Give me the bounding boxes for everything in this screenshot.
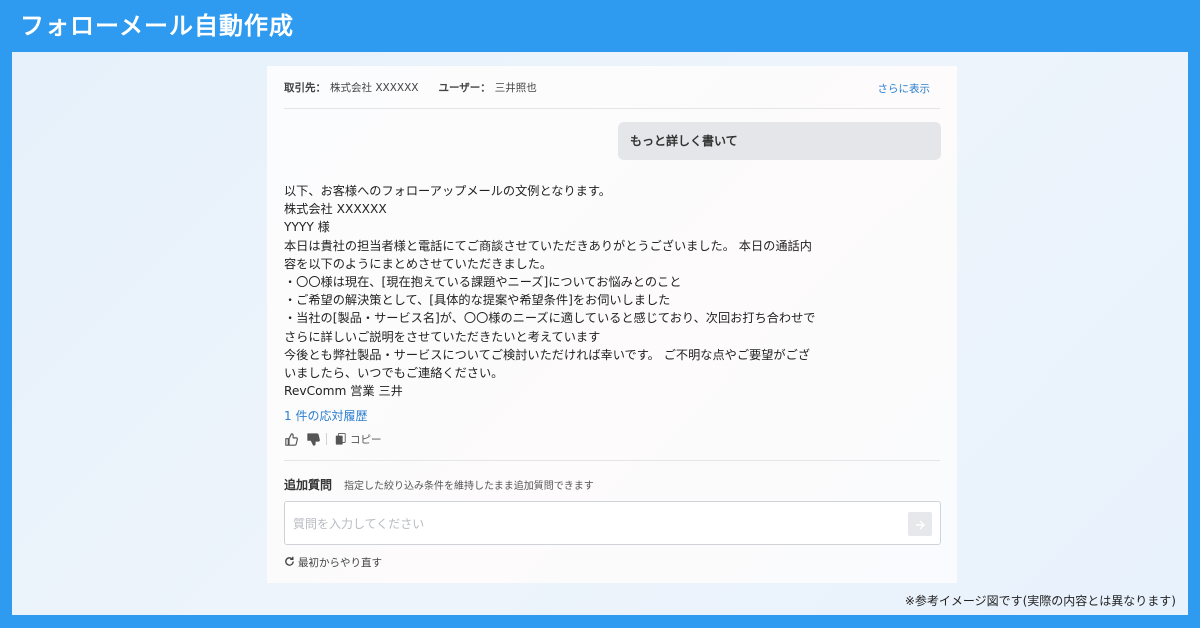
meta-divider bbox=[284, 108, 940, 109]
reply-line: ・当社の[製品・サービス名]が、〇〇様のニーズに適していると感じており、次回お打… bbox=[284, 311, 816, 326]
reply-line: YYYY 様 bbox=[284, 220, 330, 235]
reply-line: 株式会社 XXXXXX bbox=[284, 202, 387, 217]
reply-line: 今後とも弊社製品・サービスについてご検討いただければ幸いです。 ご不明な点やご要… bbox=[284, 347, 810, 362]
send-button[interactable] bbox=[908, 512, 932, 536]
assistant-reply: 以下、お客様へのフォローアップメールの文例となります。 株式会社 XXXXXX … bbox=[284, 182, 844, 400]
send-icon bbox=[915, 515, 925, 534]
reply-line: ・ご希望の解決策として、[具体的な提案や希望条件]をお伺いしました bbox=[284, 293, 671, 308]
question-input-box bbox=[284, 501, 941, 545]
reply-line: いましたら、いつでもご連絡ください。 bbox=[284, 366, 504, 381]
reply-line: RevComm 営業 三井 bbox=[284, 384, 403, 399]
refresh-icon bbox=[284, 556, 295, 570]
history-link[interactable]: 1 件の応対履歴 bbox=[284, 407, 367, 424]
user-value: 三井照也 bbox=[494, 82, 537, 94]
page-title: フォローメール自動作成 bbox=[0, 0, 320, 52]
question-input[interactable] bbox=[293, 514, 893, 534]
copy-label: コピー bbox=[350, 433, 382, 446]
reply-line: ・〇〇様は現在、[現在抱えている課題やニーズ]についてお悩みとのこと bbox=[284, 275, 682, 290]
message-actions: コピー bbox=[284, 432, 382, 446]
reply-line: さらに詳しいご説明をさせていただきたいと考えています bbox=[284, 329, 601, 344]
copy-icon bbox=[333, 432, 347, 446]
user-message-bubble: もっと詳しく書いて bbox=[618, 122, 941, 160]
followup-divider bbox=[284, 460, 940, 461]
chat-card: 取引先： 株式会社 XXXXXX ユーザー： 三井照也 さらに表示 もっと詳しく書いて… bbox=[267, 66, 957, 583]
thumbs-up-icon[interactable] bbox=[284, 432, 298, 446]
copy-button[interactable]: コピー bbox=[333, 432, 382, 447]
reference-footnote: ※参考イメージ図です(実際の内容とは異なります) bbox=[904, 594, 1176, 608]
meta-row: 取引先： 株式会社 XXXXXX ユーザー： 三井照也 さらに表示 bbox=[284, 80, 940, 96]
restart-button[interactable]: 最初からやり直す bbox=[284, 555, 382, 570]
thumbs-down-icon[interactable] bbox=[306, 432, 320, 446]
actions-separator bbox=[326, 433, 327, 445]
show-more-link[interactable]: さらに表示 bbox=[878, 81, 931, 96]
client-value: 株式会社 XXXXXX bbox=[330, 82, 419, 94]
followup-description: 指定した絞り込み条件を維持したまま追加質問できます bbox=[344, 481, 594, 492]
client-label: 取引先： bbox=[284, 82, 326, 94]
reply-line: 容を以下のようにまとめさせていただきました。 bbox=[284, 256, 553, 271]
reply-line: 本日は貴社の担当者様と電話にてご商談させていただきありがとうございました。 本日… bbox=[284, 238, 812, 253]
followup-title: 追加質問 bbox=[284, 478, 333, 492]
followup-header: 追加質問 指定した絞り込み条件を維持したまま追加質問できます bbox=[284, 476, 594, 493]
reply-line: 以下、お客様へのフォローアップメールの文例となります。 bbox=[284, 184, 611, 198]
restart-label: 最初からやり直す bbox=[298, 557, 382, 569]
user-label: ユーザー： bbox=[438, 82, 491, 94]
